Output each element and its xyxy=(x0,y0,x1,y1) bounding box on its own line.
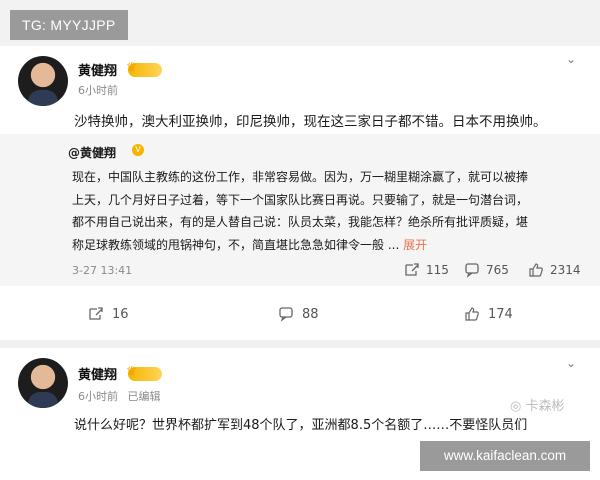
repost-line: 上天，几个月好日子过着，等下一个国家队比赛日再说。只要输了，就是一句潜台词， xyxy=(72,192,529,207)
comment-icon xyxy=(465,263,479,278)
chevron-down-icon[interactable]: ⌄ xyxy=(566,52,576,66)
avatar[interactable] xyxy=(18,56,68,106)
repost-line: 都不用自己说出来，有的是人替自己说：队员太菜，我能怎样？绝杀所有批评质疑，堪 xyxy=(72,215,529,229)
chevron-down-icon[interactable]: ⌄ xyxy=(566,356,576,370)
post-time-text: 6小时前 xyxy=(78,390,118,403)
repost-comment-count: 765 xyxy=(486,263,509,277)
comment-count: 88 xyxy=(302,306,319,322)
post-divider xyxy=(0,340,600,348)
repost-count: 16 xyxy=(112,306,129,322)
avatar[interactable] xyxy=(18,358,68,408)
comment-icon xyxy=(279,307,293,322)
vip-badge-icon xyxy=(126,364,162,381)
thumbs-up-icon xyxy=(529,263,543,277)
post-time: 6小时前 已编辑 xyxy=(78,388,161,404)
repost-card[interactable]: @黄健翔 V 现在，中国队主教练的这份工作，非常容易做。因为，万一糊里糊涂赢了，… xyxy=(0,134,600,286)
author-name[interactable]: 黄健翔 xyxy=(78,364,117,383)
share-icon xyxy=(405,263,419,276)
expand-link[interactable]: 展开 xyxy=(403,238,427,252)
watermark-text: 卡森彬 xyxy=(525,399,565,414)
repost-comment-stat[interactable]: 765 xyxy=(464,262,509,278)
author-name[interactable]: 黄健翔 xyxy=(78,60,117,79)
repost-date: 3-27 13:41 xyxy=(72,264,133,277)
repost-line: 现在，中国队主教练的这份工作，非常容易做。因为，万一糊里糊涂赢了，就可以被捧 xyxy=(72,170,529,184)
like-count: 174 xyxy=(488,306,513,322)
repost-line-text: 称足球教练领域的甩锅神句，不，简直堪比急急如律令一般 ... xyxy=(72,237,400,252)
verified-badge-icon: V xyxy=(132,144,144,156)
post-text: 说什么好呢？世界杯都扩军到48个队了，亚洲都8.5个名额了……不要怪队员们 xyxy=(74,418,528,433)
weibo-post-1: 黄健翔 6小时前 ⌄ 沙特换帅，澳大利亚换帅，印尼换帅，现在这三家日子都不错。日… xyxy=(0,46,600,340)
share-icon xyxy=(89,307,103,320)
repost-share-count: 115 xyxy=(426,263,449,277)
site-watermark-label: www.kaifaclean.com xyxy=(420,441,590,471)
like-button[interactable]: 174 xyxy=(464,306,513,322)
repost-line: 称足球教练领域的甩锅神句，不，简直堪比急急如律令一般 ... 展开 xyxy=(72,234,528,257)
post-time: 6小时前 xyxy=(78,84,118,97)
weibo-watermark: ◎ 卡森彬 xyxy=(510,399,565,414)
repost-like-count: 2314 xyxy=(550,263,581,277)
post-text: 沙特换帅，澳大利亚换帅，印尼换帅，现在这三家日子都不错。日本不用换帅。 xyxy=(74,114,547,130)
repost-button[interactable]: 16 xyxy=(88,306,129,322)
repost-text: 现在，中国队主教练的这份工作，非常容易做。因为，万一糊里糊涂赢了，就可以被捧 上… xyxy=(72,166,528,256)
vip-badge-icon xyxy=(126,60,162,77)
comment-button[interactable]: 88 xyxy=(278,306,319,322)
thumbs-up-icon xyxy=(465,307,479,321)
tg-watermark-label: TG: MYYJJPP xyxy=(10,10,128,40)
repost-share-stat[interactable]: 115 xyxy=(404,262,449,278)
repost-author[interactable]: @黄健翔 xyxy=(68,144,116,161)
edited-label: 已编辑 xyxy=(127,390,161,403)
repost-like-stat[interactable]: 2314 xyxy=(528,262,581,278)
